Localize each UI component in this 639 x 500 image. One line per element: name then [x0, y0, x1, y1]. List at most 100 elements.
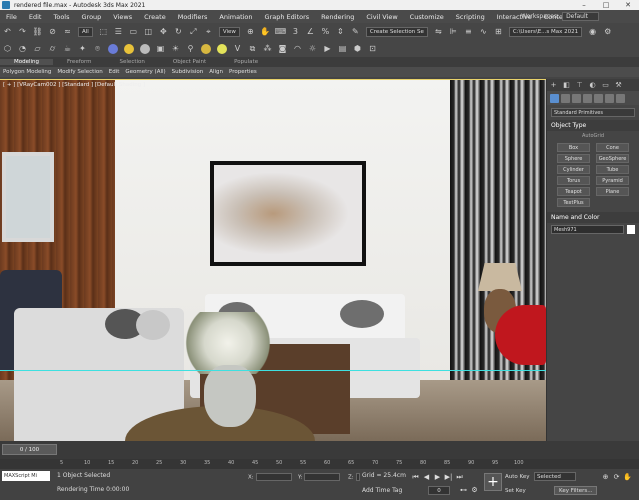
rotate-icon[interactable]: ↻ — [173, 26, 184, 37]
add-key-icon[interactable]: + — [484, 473, 502, 491]
close-icon[interactable]: ✕ — [617, 0, 639, 10]
manipulate-icon[interactable]: ✋ — [260, 26, 271, 37]
key-set-dropdown[interactable]: Selected — [534, 472, 576, 481]
create-geometry-icon[interactable]: ⬡ — [2, 43, 13, 54]
proxy-icon[interactable]: ⧉ — [247, 43, 258, 54]
goto-start-icon[interactable]: ⏮ — [410, 472, 421, 482]
key-mode-icon[interactable]: ⊷ — [458, 485, 469, 495]
spot-light-icon[interactable]: ⚲ — [185, 43, 196, 54]
frame-buffer-icon[interactable]: ▤ — [337, 43, 348, 54]
shapes-icon[interactable] — [561, 93, 570, 103]
fur-icon[interactable]: ⁂ — [262, 43, 273, 54]
menu-modifiers[interactable]: Modifiers — [172, 13, 214, 21]
plane-button[interactable]: Plane — [596, 187, 629, 196]
y-coordinate[interactable]: Y: — [298, 473, 341, 481]
pyramid-button[interactable]: Pyramid — [596, 176, 629, 185]
menu-create[interactable]: Create — [138, 13, 172, 21]
camera-icon[interactable]: ⌾ — [92, 43, 103, 54]
auto-key-button[interactable]: Auto Key — [505, 472, 530, 481]
redo-icon[interactable]: ↷ — [17, 26, 28, 37]
tube-button[interactable]: Tube — [596, 165, 629, 174]
workspace-selector[interactable]: Workspaces: Default — [521, 12, 599, 21]
percent-snap-icon[interactable]: % — [320, 26, 331, 37]
scale-icon[interactable]: ⤢ — [188, 26, 199, 37]
menu-customize[interactable]: Customize — [404, 13, 450, 21]
camera-viewport[interactable]: [ + ] [VRayCam002 ] [Standard ] [Default… — [0, 79, 546, 441]
project-folder-dropdown[interactable]: C:\Users\E...s Max 2021 — [508, 26, 583, 37]
schematic-view-icon[interactable]: ⊞ — [493, 26, 504, 37]
material-editor-icon[interactable]: ◉ — [587, 26, 598, 37]
named-selection-dropdown[interactable]: Create Selection Se — [365, 26, 428, 37]
set-key-button[interactable]: Set Key — [505, 486, 526, 495]
panel-polygon-modeling[interactable]: Polygon Modeling — [0, 69, 54, 75]
menu-rendering[interactable]: Rendering — [315, 13, 360, 21]
add-time-tag[interactable]: Add Time Tag — [362, 487, 402, 494]
play-icon[interactable]: ▶ — [432, 472, 443, 482]
menu-scripting[interactable]: Scripting — [450, 13, 491, 21]
panel-geometry-all[interactable]: Geometry (All) — [122, 69, 168, 75]
align-icon[interactable]: ⊫ — [448, 26, 459, 37]
undo-icon[interactable]: ↶ — [2, 26, 13, 37]
name-color-rollout[interactable]: Name and Color — [547, 212, 639, 223]
zoom-icon[interactable]: ⊕ — [600, 472, 611, 482]
maximize-icon[interactable]: □ — [595, 0, 617, 10]
reference-coordinate-dropdown[interactable]: View — [218, 26, 240, 37]
menu-group[interactable]: Group — [76, 13, 108, 21]
plane-icon[interactable]: ▱ — [32, 43, 43, 54]
cone-button[interactable]: Cone — [596, 143, 629, 152]
placement-icon[interactable]: ⌖ — [203, 26, 214, 37]
maxscript-listener[interactable]: MAXScript Mi — [2, 471, 50, 481]
minimize-icon[interactable]: – — [573, 0, 595, 10]
sphere-button[interactable]: Sphere — [557, 154, 590, 163]
sphere-blue-icon[interactable] — [108, 43, 118, 54]
teapot-button[interactable]: Teapot — [557, 187, 590, 196]
motion-tab-icon[interactable]: ◐ — [586, 81, 599, 89]
menu-civil-view[interactable]: Civil View — [360, 13, 403, 21]
omni-light-icon[interactable]: ☀ — [170, 43, 181, 54]
helpers-icon[interactable] — [594, 93, 603, 103]
lights-icon[interactable] — [572, 93, 581, 103]
select-object-icon[interactable]: ⬚ — [98, 26, 109, 37]
time-config-icon[interactable]: ⚙ — [469, 485, 480, 495]
tab-object-paint[interactable]: Object Paint — [159, 59, 220, 65]
spinner-snap-icon[interactable]: ⇕ — [335, 26, 346, 37]
create-shape-icon[interactable]: ◔ — [17, 43, 28, 54]
curve-editor-icon[interactable]: ∿ — [478, 26, 489, 37]
time-slider-handle[interactable]: 0 / 100 — [2, 444, 57, 455]
workspace-value[interactable]: Default — [562, 12, 599, 21]
viewport-label[interactable]: [ + ] [VRayCam002 ] [Standard ] [Default… — [3, 82, 145, 88]
menu-edit[interactable]: Edit — [23, 13, 48, 21]
orbit-icon[interactable]: ⟳ — [611, 472, 622, 482]
cylinder-button[interactable]: Cylinder — [557, 165, 590, 174]
sphere-grey-icon[interactable] — [140, 43, 150, 54]
object-type-rollout[interactable]: Object Type — [547, 120, 639, 131]
box-icon[interactable]: ▣ — [155, 43, 166, 54]
selection-filter-dropdown[interactable]: All — [78, 26, 93, 37]
primitive-category-dropdown[interactable]: Standard Primitives — [551, 108, 635, 117]
next-frame-icon[interactable]: ▶| — [443, 472, 454, 482]
snap-icon[interactable]: 3 — [290, 26, 301, 37]
utilities-tab-icon[interactable]: ⚒ — [612, 81, 625, 89]
vray-icon[interactable]: V — [232, 43, 243, 54]
display-tab-icon[interactable]: ▭ — [599, 81, 612, 89]
unlink-icon[interactable]: ⊘ — [47, 26, 58, 37]
spacewarps-icon[interactable] — [605, 93, 614, 103]
x-coordinate[interactable]: X: — [248, 473, 292, 481]
tab-selection[interactable]: Selection — [106, 59, 159, 65]
object-color-swatch[interactable] — [627, 225, 635, 234]
sphere-yellow-icon[interactable] — [124, 43, 134, 54]
teapot-icon[interactable]: ☕ — [62, 43, 73, 54]
pan-icon[interactable]: ✋ — [622, 472, 633, 482]
textplus-button[interactable]: TextPlus — [557, 198, 590, 207]
goto-end-icon[interactable]: ⏭ — [454, 472, 465, 482]
geosphere-button[interactable]: GeoSphere — [596, 154, 629, 163]
window-crossing-icon[interactable]: ◫ — [143, 26, 154, 37]
torus-button[interactable]: Torus — [557, 176, 590, 185]
render-icon[interactable]: ▶ — [322, 43, 333, 54]
cameras-icon[interactable] — [583, 93, 592, 103]
dome-light-icon[interactable]: ◠ — [292, 43, 303, 54]
angle-snap-icon[interactable]: ∠ — [305, 26, 316, 37]
tab-modeling[interactable]: Modeling — [0, 59, 54, 65]
pivot-icon[interactable]: ⊕ — [245, 26, 256, 37]
panel-align[interactable]: Align — [206, 69, 226, 75]
